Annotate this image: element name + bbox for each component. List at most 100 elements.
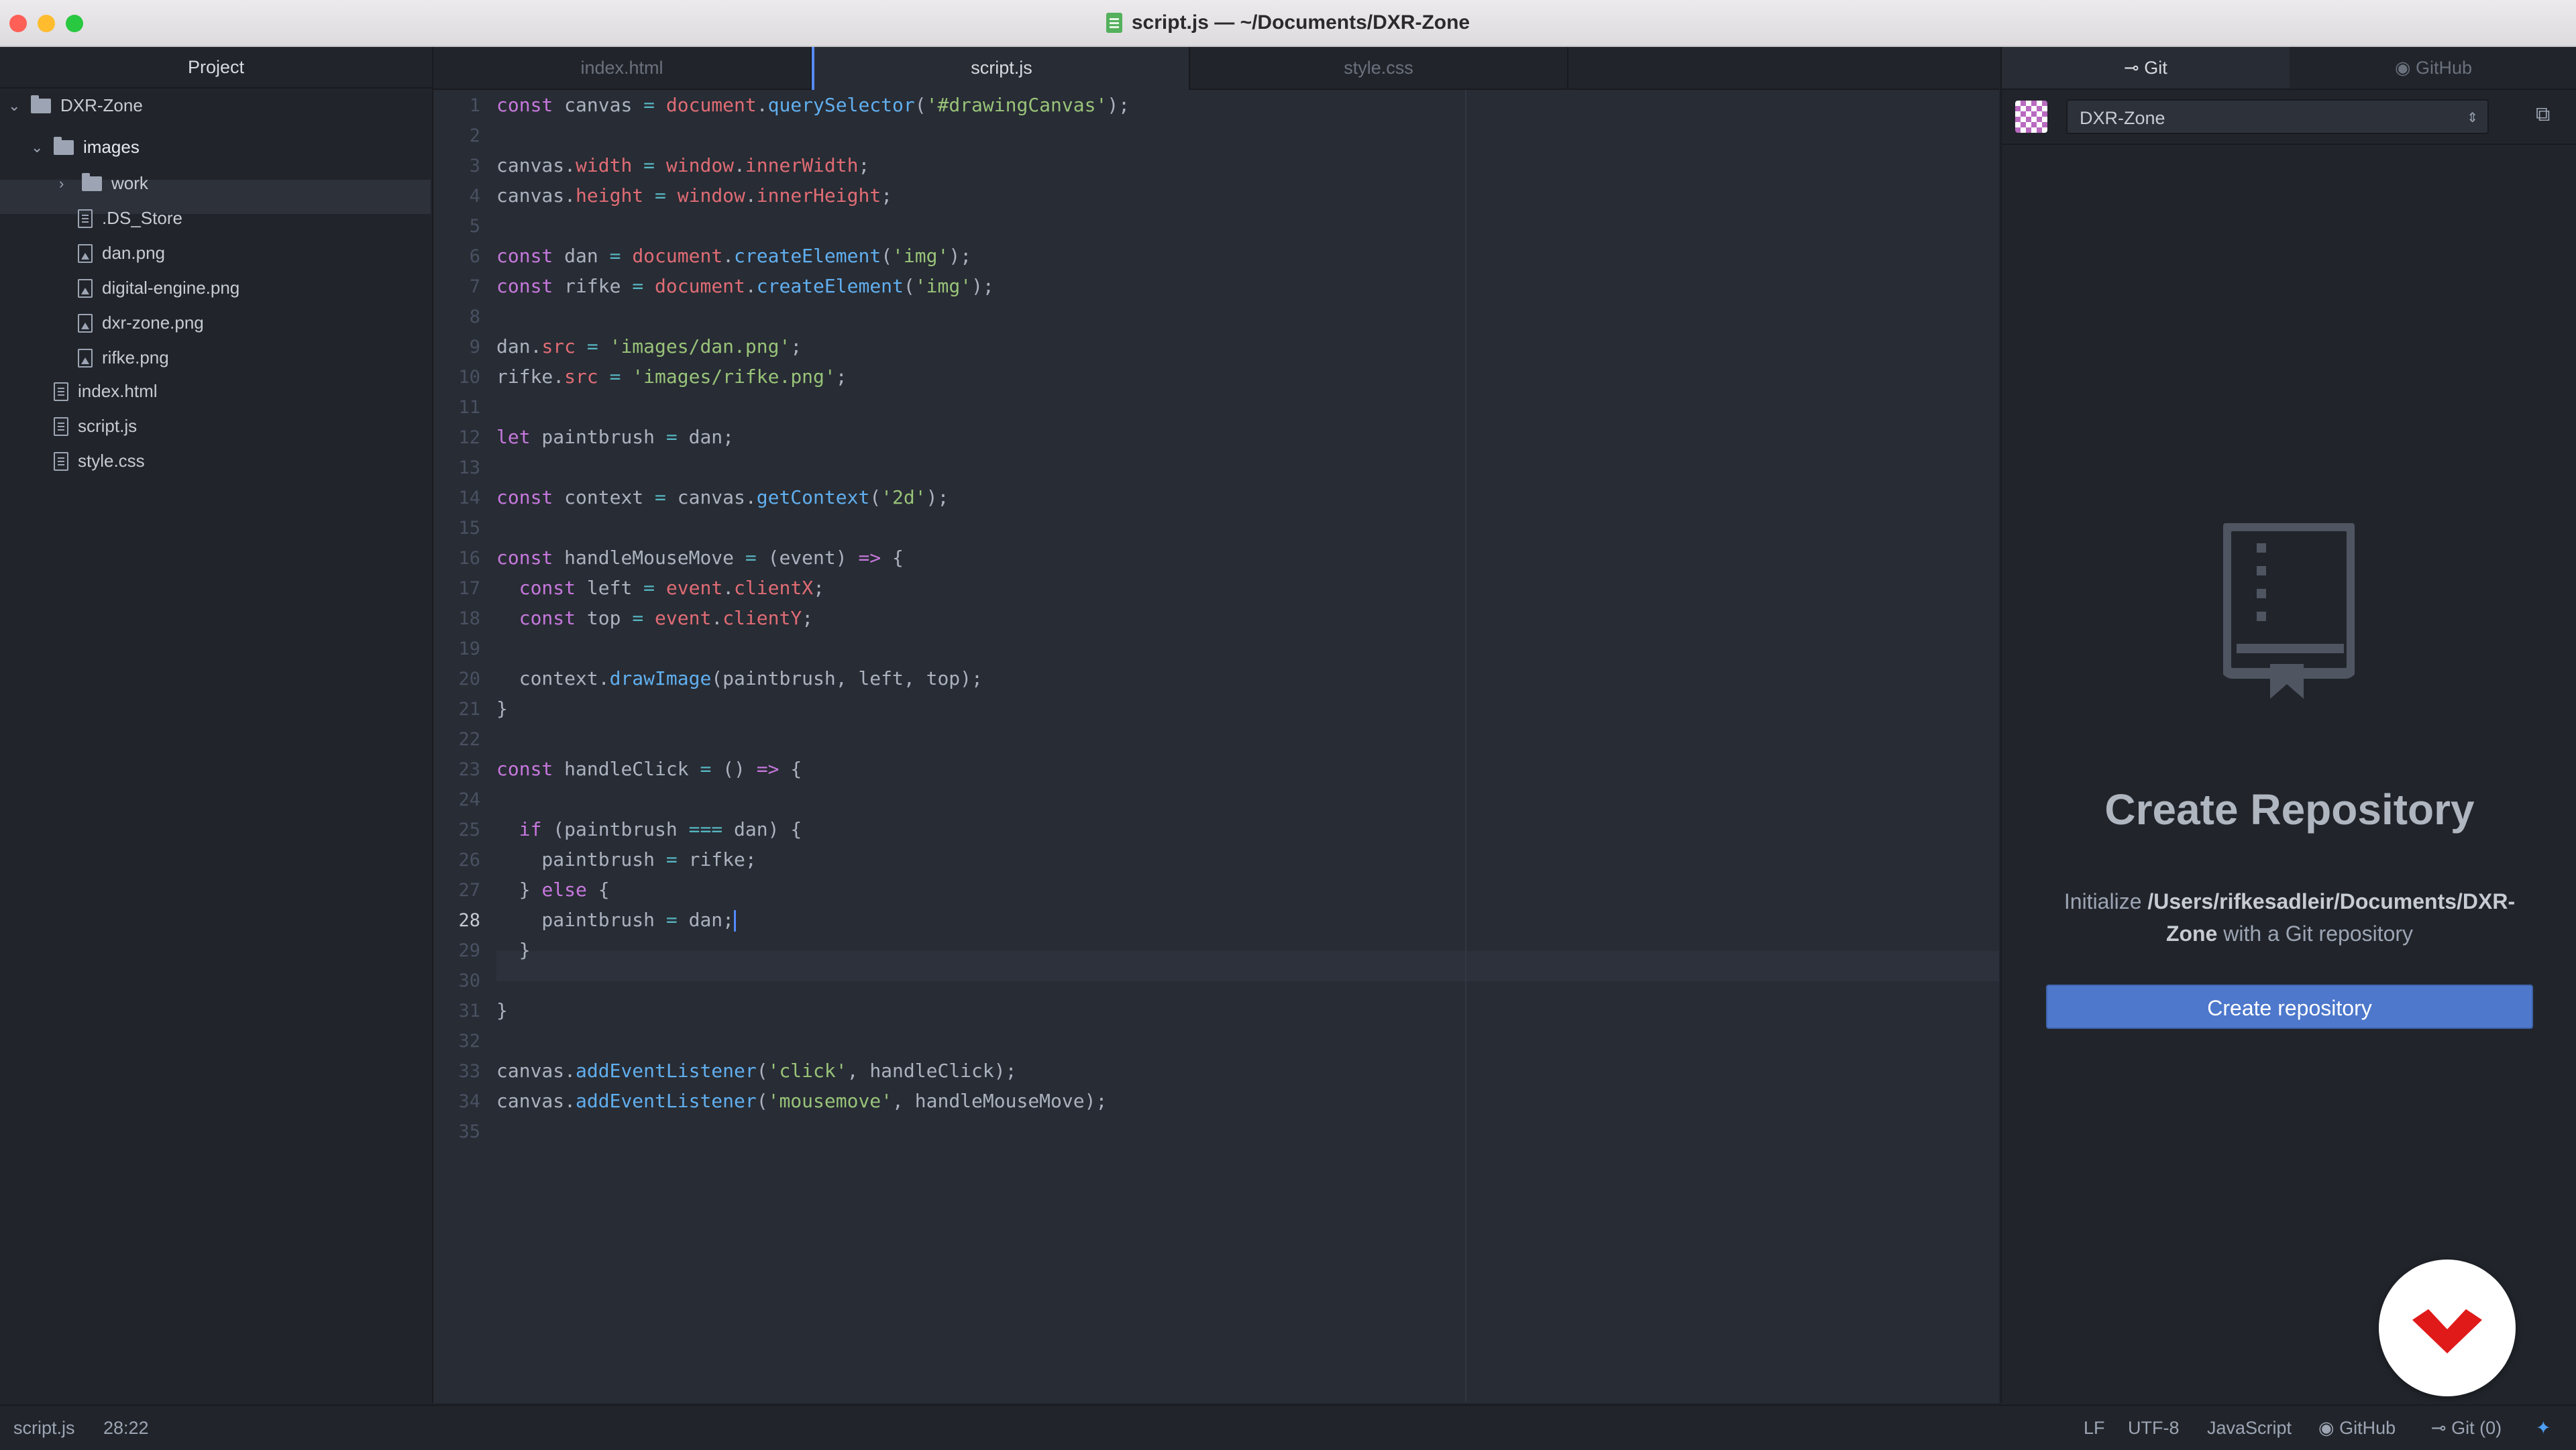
close-window-button[interactable] (9, 15, 27, 32)
feedback-bird-icon[interactable]: ✦ (2536, 1406, 2551, 1450)
tree-item[interactable]: rifke.png (78, 341, 169, 375)
code-token: . (734, 154, 745, 176)
tab-github[interactable]: ◉ GitHub (2290, 47, 2576, 89)
code-token: , handleMouseMove); (892, 1090, 1108, 1112)
code-token: canvas. (496, 1090, 576, 1112)
file-icon (54, 416, 68, 436)
zoom-window-button[interactable] (66, 15, 83, 32)
image-file-icon (78, 313, 93, 333)
line-number: 12 (458, 427, 480, 448)
code-token: = (643, 94, 655, 116)
tree-item-label: images (83, 137, 140, 157)
tab-index-html[interactable]: index.html (433, 47, 812, 89)
status-cursor-position[interactable]: 28:22 (103, 1406, 149, 1450)
repo-select[interactable]: DXR-Zone ⇕ (2066, 99, 2489, 134)
tree-item[interactable]: style.css (54, 444, 145, 478)
status-file[interactable]: script.js (13, 1406, 75, 1450)
code-token: const (496, 758, 553, 780)
tree-item[interactable]: script.js (54, 409, 137, 443)
tree-item-label: index.html (78, 381, 158, 401)
code-line: } (496, 939, 531, 961)
tree-header[interactable]: Project (0, 47, 432, 89)
code-token: ); (926, 486, 949, 508)
code-token: const (496, 245, 553, 267)
code-token: canvas. (496, 154, 576, 176)
code-token: querySelector (767, 94, 915, 116)
status-grammar[interactable]: JavaScript (2207, 1406, 2292, 1450)
line-number: 8 (469, 306, 480, 327)
code-line: } (496, 698, 508, 720)
tab-git-label: Git (2144, 58, 2167, 78)
tree-item[interactable]: index.html (54, 374, 158, 408)
code-token: handleMouseMove (553, 547, 745, 569)
code-token: 'images/dan.png' (609, 335, 791, 357)
line-number: 11 (458, 397, 480, 418)
code-token: } (496, 879, 542, 901)
tree-item-label: work (111, 173, 148, 193)
code-line: const left = event.clientX; (496, 577, 824, 599)
code-token: ( (881, 245, 893, 267)
tree-item[interactable]: digital-engine.png (78, 271, 239, 305)
code-token: else (541, 879, 587, 901)
code-line: const handleClick = () => { (496, 758, 802, 780)
tree-item[interactable]: ⌄ DXR-Zone (8, 89, 143, 123)
code-line: paintbrush = dan; (496, 909, 737, 932)
code-line: const canvas = document.querySelector('#… (496, 94, 1130, 116)
tab-script-js[interactable]: script.js (812, 47, 1190, 90)
status-encoding[interactable]: UTF-8 (2128, 1406, 2180, 1450)
code-token: height (576, 184, 644, 207)
code-token: const (496, 486, 553, 508)
code-token: => (858, 547, 881, 569)
tree-item-label: .DS_Store (102, 208, 182, 228)
code-token: left (576, 577, 644, 599)
code-line: } else { (496, 879, 610, 901)
line-number: 31 (458, 1001, 480, 1021)
window-title-text: script.js — ~/Documents/DXR-Zone (1131, 11, 1470, 34)
tree-item[interactable]: dan.png (78, 236, 165, 270)
branch-icon[interactable]: ⧉ (2536, 103, 2560, 127)
code-token: const (519, 607, 576, 629)
code-token: } (496, 999, 508, 1021)
git-panel: ⊸ Git ◉ GitHub DXR-Zone ⇕ ⧉ Create Repos… (2000, 47, 2576, 1403)
chevron-down-icon[interactable]: ⌄ (31, 139, 46, 156)
tree-item[interactable]: .DS_Store (78, 201, 182, 235)
create-repository-button[interactable]: Create repository (2046, 985, 2533, 1029)
code-token: const (496, 94, 553, 116)
code-token: { (779, 758, 802, 780)
git-tab-bar: ⊸ Git ◉ GitHub (2002, 47, 2576, 90)
code-token: ); (949, 245, 972, 267)
status-git[interactable]: ⊸ Git (0) (2431, 1406, 2502, 1450)
code-token: dan; (677, 426, 735, 448)
code-token: drawImage (609, 667, 712, 689)
status-line-ending[interactable]: LF (2084, 1406, 2105, 1450)
line-number: 22 (458, 729, 480, 750)
code-line: canvas.addEventListener('mousemove', han… (496, 1090, 1107, 1112)
tree-item[interactable]: › work (59, 166, 148, 201)
line-number: 9 (469, 337, 480, 357)
brand-logo-icon (2412, 1309, 2482, 1353)
tab-style-css[interactable]: style.css (1190, 47, 1568, 89)
minimize-window-button[interactable] (38, 15, 55, 32)
tree-item[interactable]: ⌄ images (31, 130, 140, 164)
chevron-down-icon[interactable]: ⌄ (8, 97, 23, 115)
status-github[interactable]: ◉ GitHub (2318, 1406, 2396, 1450)
create-repository-description: Initialize /Users/rifkesadleir/Documents… (2055, 885, 2524, 950)
desc-suffix: with a Git repository (2217, 922, 2414, 946)
image-file-icon (78, 243, 93, 263)
title-bar: script.js — ~/Documents/DXR-Zone (0, 0, 2576, 47)
code-token: clientY (722, 607, 802, 629)
code-token: document (665, 94, 757, 116)
tree-item[interactable]: dxr-zone.png (78, 306, 204, 340)
tab-git[interactable]: ⊸ Git (2002, 47, 2290, 89)
line-number: 16 (458, 548, 480, 569)
window-controls (9, 15, 83, 32)
code-token: { (586, 879, 610, 901)
code-token: ; (835, 366, 847, 388)
create-repository-heading: Create Repository (2104, 785, 2475, 834)
file-icon (54, 451, 68, 471)
chevron-right-icon[interactable]: › (59, 175, 74, 192)
